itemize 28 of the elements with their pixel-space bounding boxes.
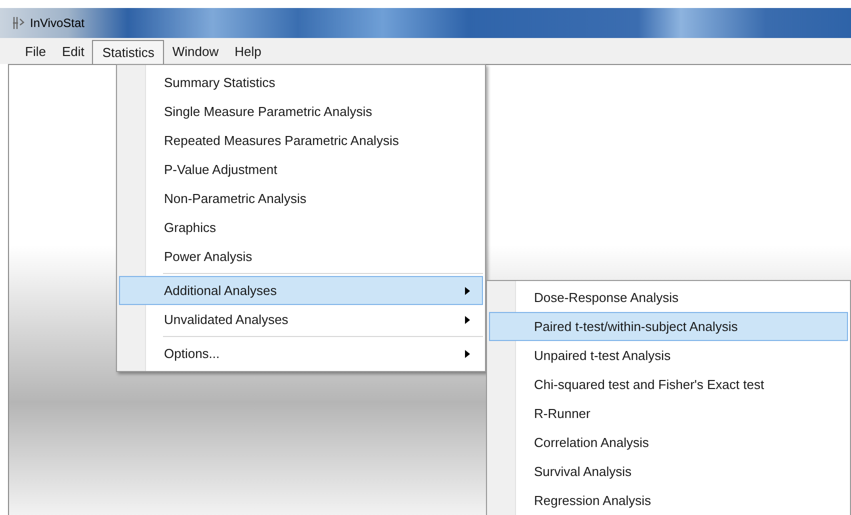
submenu-arrow-icon <box>465 286 470 294</box>
menu-entry[interactable]: Options... <box>119 339 483 368</box>
window-title: InVivoStat <box>30 15 84 32</box>
menu-item[interactable]: Window <box>164 40 227 64</box>
app-icon <box>12 16 26 30</box>
menu-entry[interactable]: Survival Analysis <box>489 457 848 486</box>
menu-entry[interactable]: Single Measure Parametric Analysis <box>119 97 483 126</box>
menu-entry[interactable]: Paired t-test/within-subject Analysis <box>489 312 848 341</box>
submenu-arrow-icon <box>465 350 470 358</box>
menu-entry[interactable]: Summary Statistics <box>119 68 483 97</box>
menu-item[interactable]: File <box>17 40 54 64</box>
menu-entry[interactable]: Regression Analysis <box>489 486 848 515</box>
menu-entry[interactable]: Repeated Measures Parametric Analysis <box>119 126 483 155</box>
menu-entry[interactable]: P-Value Adjustment <box>119 155 483 184</box>
menu-entry[interactable]: Unvalidated Analyses <box>119 305 483 334</box>
menu-entry[interactable]: Power Analysis <box>119 242 483 271</box>
menu-entry[interactable]: Unpaired t-test Analysis <box>489 341 848 370</box>
menu-item[interactable]: Statistics <box>92 40 164 64</box>
submenu-arrow-icon <box>465 316 470 324</box>
menu-entry[interactable]: Dose-Response Analysis <box>489 283 848 312</box>
menu-entry[interactable]: R-Runner <box>489 399 848 428</box>
menu-entry[interactable]: Chi-squared test and Fisher's Exact test <box>489 370 848 399</box>
menu-item[interactable]: Help <box>226 40 270 64</box>
menu-item[interactable]: Edit <box>54 40 92 64</box>
menu-entry[interactable]: Additional Analyses <box>119 276 483 305</box>
menu-entry[interactable]: Graphics <box>119 213 483 242</box>
menu-entry[interactable]: Correlation Analysis <box>489 428 848 457</box>
menu-entry[interactable]: Non-Parametric Analysis <box>119 184 483 213</box>
